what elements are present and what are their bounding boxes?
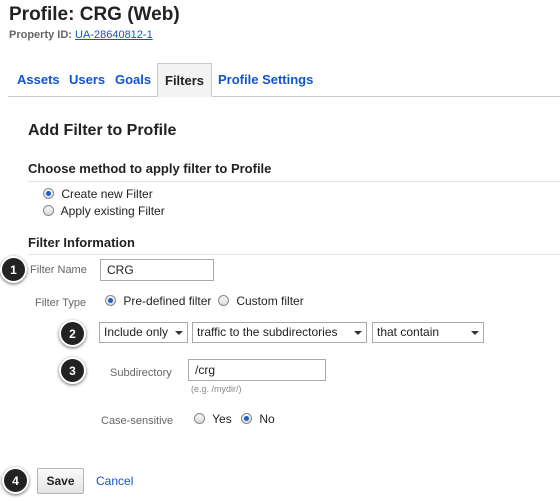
match-select-value: that contain xyxy=(377,325,440,339)
case-no-radio[interactable] xyxy=(241,413,252,424)
chevron-down-icon xyxy=(175,331,183,335)
case-no-label: No xyxy=(259,412,275,426)
apply-existing-filter-option[interactable]: Apply existing Filter xyxy=(43,204,165,218)
tab-goals[interactable]: Goals xyxy=(115,72,151,87)
property-id-line: Property ID: UA-28640812-1 xyxy=(9,29,153,41)
case-no-option[interactable]: No xyxy=(241,412,275,426)
custom-filter-option[interactable]: Custom filter xyxy=(218,294,304,308)
add-filter-heading: Add Filter to Profile xyxy=(28,122,177,139)
apply-existing-filter-radio[interactable] xyxy=(43,205,54,216)
subdirectory-label: Subdirectory xyxy=(110,367,172,379)
callout-badge-2: 2 xyxy=(59,320,86,347)
case-yes-label: Yes xyxy=(212,412,232,426)
match-select[interactable]: that contain xyxy=(372,322,484,343)
tab-users[interactable]: Users xyxy=(69,72,105,87)
custom-filter-radio[interactable] xyxy=(218,295,229,306)
case-yes-radio[interactable] xyxy=(194,413,205,424)
create-new-filter-radio[interactable] xyxy=(43,188,54,199)
filter-name-label: Filter Name xyxy=(30,264,87,276)
chevron-down-icon xyxy=(354,331,362,335)
tab-assets[interactable]: Assets xyxy=(17,72,60,87)
page-title: Profile: CRG (Web) xyxy=(9,4,180,25)
method-divider xyxy=(28,181,560,182)
apply-existing-filter-label: Apply existing Filter xyxy=(60,204,165,218)
tab-profile-settings[interactable]: Profile Settings xyxy=(218,72,313,87)
custom-filter-label: Custom filter xyxy=(236,294,304,308)
tabs-divider xyxy=(8,96,560,97)
traffic-select[interactable]: traffic to the subdirectories xyxy=(192,322,367,343)
cancel-link[interactable]: Cancel xyxy=(96,474,133,488)
callout-badge-1: 1 xyxy=(0,256,27,283)
callout-badge-3: 3 xyxy=(59,357,86,384)
filter-information-divider xyxy=(28,254,560,255)
predefined-filter-option[interactable]: Pre-defined filter xyxy=(105,294,211,308)
save-button[interactable]: Save xyxy=(37,468,84,494)
filter-information-heading: Filter Information xyxy=(28,235,135,250)
predefined-filter-label: Pre-defined filter xyxy=(123,294,212,308)
subdirectory-input[interactable]: /crg xyxy=(188,359,326,381)
method-heading: Choose method to apply filter to Profile xyxy=(28,161,272,176)
include-select[interactable]: Include only xyxy=(99,322,188,343)
case-yes-option[interactable]: Yes xyxy=(194,412,232,426)
chevron-down-icon xyxy=(471,331,479,335)
traffic-select-value: traffic to the subdirectories xyxy=(197,325,338,339)
property-id-label: Property ID: xyxy=(9,29,72,41)
predefined-filter-radio[interactable] xyxy=(105,295,116,306)
create-new-filter-option[interactable]: Create new Filter xyxy=(43,187,153,201)
case-sensitive-label: Case-sensitive xyxy=(101,415,174,427)
filter-name-input[interactable]: CRG xyxy=(100,259,214,281)
callout-badge-4: 4 xyxy=(2,467,29,494)
subdirectory-hint: (e.g. /mydir/) xyxy=(191,384,242,394)
property-id-link[interactable]: UA-28640812-1 xyxy=(75,29,153,41)
include-select-value: Include only xyxy=(104,325,169,339)
create-new-filter-label: Create new Filter xyxy=(61,187,153,201)
tab-filters[interactable]: Filters xyxy=(157,63,213,97)
filter-type-label: Filter Type xyxy=(35,297,87,309)
